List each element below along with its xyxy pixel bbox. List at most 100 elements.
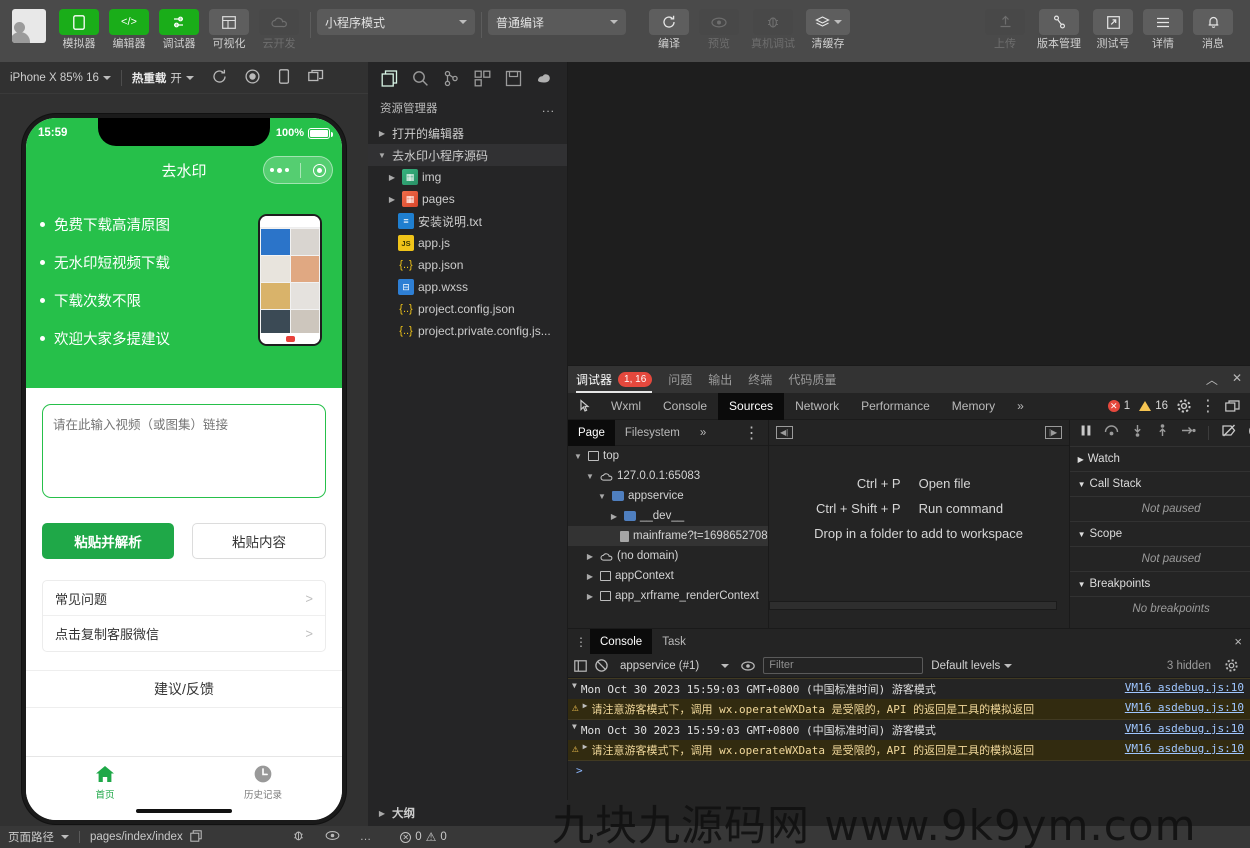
paste-content-button[interactable]: 粘贴内容: [192, 523, 326, 559]
sidebar-section-callstack[interactable]: ▼ Call Stack: [1069, 471, 1250, 496]
clear-console-icon[interactable]: [595, 659, 608, 672]
log-row-warning[interactable]: ⚠ ▶ 请注意游客模式下，调用 wx.operateWXData 是受限的，AP…: [568, 699, 1250, 719]
toolbar-item-details[interactable]: 详情: [1138, 0, 1188, 51]
phone-screen[interactable]: 15:59 100% 去水印 免费下载高清原图 无水印短视频下载 下载次数不限 …: [26, 118, 342, 820]
step-over-icon[interactable]: [1104, 424, 1119, 442]
copy-icon[interactable]: [190, 829, 202, 845]
toolbar-item-realdevice[interactable]: 真机调试: [744, 0, 802, 51]
tab-problems[interactable]: 问题: [668, 366, 692, 393]
file-item-readme[interactable]: ≡ 安装说明.txt: [368, 210, 567, 232]
bug-icon[interactable]: [292, 829, 305, 845]
show-navigator-icon[interactable]: ◀|: [775, 426, 793, 439]
log-source-link[interactable]: VM16 asdebug.js:10: [1117, 701, 1244, 714]
file-item-pages[interactable]: ▶ ▦ pages: [368, 188, 567, 210]
mode-select[interactable]: 小程序模式: [317, 9, 475, 35]
plugin-icon[interactable]: [529, 63, 560, 93]
wechat-capsule[interactable]: [263, 156, 333, 184]
tab-debugger[interactable]: 调试器 1, 16: [576, 366, 653, 393]
save-icon[interactable]: [498, 63, 529, 93]
toolbar-item-upload[interactable]: 上传: [980, 0, 1030, 51]
navigator-tab-filesystem[interactable]: Filesystem: [615, 420, 690, 446]
gear-icon[interactable]: [1225, 659, 1244, 672]
extensions-icon[interactable]: [467, 63, 498, 93]
log-source-link[interactable]: VM16 asdebug.js:10: [1117, 722, 1244, 735]
toolbar-item-preview[interactable]: 预览: [694, 0, 744, 51]
console-prompt[interactable]: >: [568, 761, 1250, 780]
file-item-img[interactable]: ▶ ▦ img: [368, 166, 567, 188]
multiscreen-icon[interactable]: [308, 69, 324, 87]
toolbar-item-messages[interactable]: 消息: [1188, 0, 1238, 51]
log-levels-select[interactable]: Default levels: [931, 660, 1013, 672]
compile-select[interactable]: 普通编译: [488, 9, 626, 35]
console-tab-console[interactable]: Console: [590, 629, 653, 654]
eye-icon[interactable]: [325, 830, 340, 844]
kebab-menu-icon[interactable]: ⋮: [744, 423, 768, 443]
deactivate-breakpoints-icon[interactable]: [1221, 424, 1237, 442]
kebab-menu-icon[interactable]: ⋮: [1200, 396, 1216, 416]
log-source-link[interactable]: VM16 asdebug.js:10: [1117, 742, 1244, 755]
log-row-group[interactable]: ▼ Mon Oct 30 2023 15:59:03 GMT+0800 (中国标…: [568, 678, 1250, 699]
explorer-section-project[interactable]: ▼ 去水印小程序源码: [368, 144, 567, 166]
step-icon[interactable]: [1181, 424, 1196, 442]
toolbar-item-editor[interactable]: </> 编辑器: [104, 0, 154, 51]
menu-row-copy-wechat[interactable]: 点击复制客服微信 >: [43, 616, 325, 651]
file-item-appjson[interactable]: {..} app.json: [368, 254, 567, 276]
tab-terminal[interactable]: 终端: [748, 366, 772, 393]
filter-input[interactable]: Filter: [763, 657, 924, 674]
source-tree-row-top[interactable]: ▼ top: [568, 446, 768, 466]
device-icon[interactable]: [278, 68, 290, 87]
tab-code-quality[interactable]: 代码质量: [788, 366, 836, 393]
source-tree-row-xrframe[interactable]: ▶ app_xrframe_renderContext: [568, 586, 768, 606]
close-icon[interactable]: ×: [1234, 634, 1250, 649]
close-icon[interactable]: ✕: [1232, 371, 1242, 388]
record-icon[interactable]: [245, 68, 260, 87]
more-icon[interactable]: ...: [542, 101, 555, 115]
toolbar-item-visual[interactable]: 可视化: [204, 0, 254, 51]
source-tree-row-origin[interactable]: ▼ 127.0.0.1:65083: [568, 466, 768, 486]
paste-and-parse-button[interactable]: 粘贴并解析: [42, 523, 174, 559]
inspector-tab-console[interactable]: Console: [652, 393, 718, 420]
warning-counter[interactable]: 16: [1139, 400, 1168, 412]
feedback-row[interactable]: 建议/反馈: [26, 670, 342, 708]
sidebar-section-watch[interactable]: ▶ Watch: [1069, 446, 1250, 471]
file-item-appjs[interactable]: JS app.js: [368, 232, 567, 254]
horizontal-scrollbar[interactable]: [768, 601, 1057, 610]
files-icon[interactable]: [374, 63, 405, 93]
toolbar-item-debugger[interactable]: 调试器: [154, 0, 204, 51]
toolbar-item-cloud[interactable]: 云开发: [254, 0, 304, 51]
search-input[interactable]: [42, 404, 326, 498]
source-tree-row-mainframe[interactable]: mainframe?t=1698652708: [568, 526, 768, 546]
log-source-link[interactable]: VM16 asdebug.js:10: [1117, 681, 1244, 694]
step-into-icon[interactable]: [1131, 424, 1144, 442]
source-tree-row-dev[interactable]: ▶ __dev__: [568, 506, 768, 526]
console-tab-task[interactable]: Task: [652, 629, 696, 654]
inspect-element-icon[interactable]: [572, 399, 600, 413]
inspector-tab-sources[interactable]: Sources: [718, 392, 785, 420]
live-expression-icon[interactable]: [741, 660, 756, 672]
log-row-warning[interactable]: ⚠ ▶ 请注意游客模式下，调用 wx.operateWXData 是受限的，AP…: [568, 740, 1250, 760]
status-problems[interactable]: ✕ 0 ⚠ 0: [400, 830, 447, 844]
toolbar-item-testnumber[interactable]: 测试号: [1088, 0, 1138, 51]
inspector-tab-wxml[interactable]: Wxml: [600, 393, 652, 420]
device-select[interactable]: iPhone X 85% 16: [10, 72, 111, 84]
inspector-tab-performance[interactable]: Performance: [850, 393, 941, 420]
navigator-tab-overflow[interactable]: »: [690, 420, 716, 446]
step-out-icon[interactable]: [1156, 424, 1169, 442]
outline-section[interactable]: ▶ 大纲: [368, 800, 568, 826]
more-icon[interactable]: …: [360, 831, 373, 843]
log-row-group[interactable]: ▼ Mon Oct 30 2023 15:59:03 GMT+0800 (中国标…: [568, 719, 1250, 740]
rotate-icon[interactable]: [212, 69, 227, 87]
console-context-select[interactable]: appservice (#1): [616, 660, 733, 672]
hotreload-select[interactable]: 热重载 开: [132, 70, 194, 86]
source-tree-row-appservice[interactable]: ▼ appservice: [568, 486, 768, 506]
editor-area[interactable]: [568, 62, 1250, 365]
toolbar-item-simulator[interactable]: 模拟器: [54, 0, 104, 51]
dock-side-icon[interactable]: [1225, 399, 1240, 413]
file-item-projectprivateconfig[interactable]: {..} project.private.config.js...: [368, 320, 567, 342]
sidebar-toggle-icon[interactable]: [574, 659, 587, 672]
status-page-path[interactable]: 页面路径 pages/index/index: [0, 829, 202, 845]
kebab-menu-icon[interactable]: ⋮: [572, 635, 590, 649]
show-debugger-icon[interactable]: |▶: [1044, 426, 1062, 439]
menu-row-faq[interactable]: 常见问题 >: [43, 581, 325, 616]
inspector-tab-overflow[interactable]: »: [1006, 393, 1035, 420]
